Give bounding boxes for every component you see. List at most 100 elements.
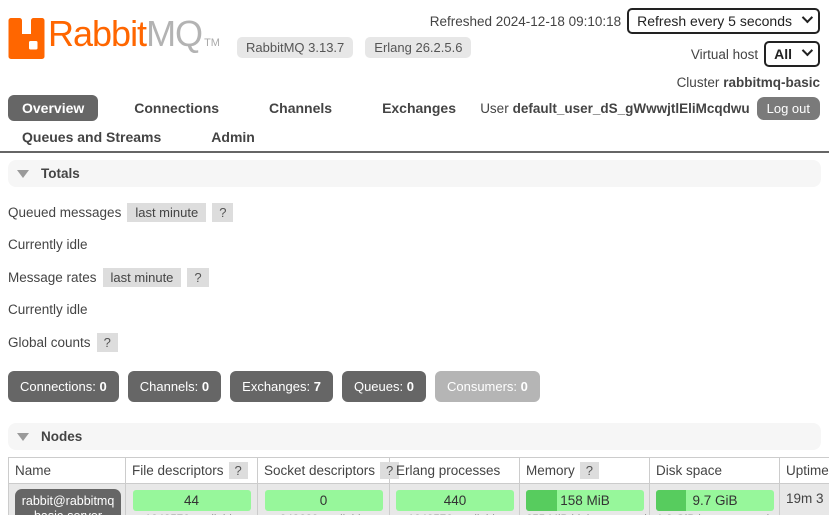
cluster-row: Cluster rabbitmq-basic [677, 74, 820, 90]
disk-space-bar: 9.7 GiB [656, 490, 774, 511]
file-descriptors-help-icon[interactable]: ? [229, 462, 248, 479]
tab-queues-and-streams[interactable]: Queues and Streams [8, 124, 175, 150]
rabbitmq-overview-page: RabbitMQTM RabbitMQ 3.13.7 Erlang 26.2.5… [0, 0, 829, 515]
col-uptime: Uptime [780, 458, 829, 484]
col-disk-space: Disk space [650, 458, 780, 484]
rates-status: Currently idle [8, 302, 821, 317]
logo-trademark: TM [204, 37, 220, 49]
node-name-badge[interactable]: rabbit@rabbitmq-basic-server-0.rabbitmq-… [15, 489, 121, 515]
virtual-host-select[interactable]: All [764, 41, 820, 67]
col-memory: Memory? [520, 458, 650, 484]
logo-text: RabbitMQTM [48, 14, 220, 63]
disk-space-value: 9.7 GiB [656, 490, 774, 511]
header: RabbitMQTM RabbitMQ 3.13.7 Erlang 26.2.5… [0, 0, 829, 153]
refresh-interval-value: Refresh every 5 seconds [637, 13, 792, 29]
memory-help-icon[interactable]: ? [580, 462, 599, 479]
node-row: rabbit@rabbitmq-basic-server-0.rabbitmq-… [9, 484, 829, 515]
refreshed-timestamp: Refreshed 2024-12-18 09:10:18 [430, 14, 621, 29]
main-content: Totals Queued messages last minute ? Cur… [0, 160, 829, 515]
nodes-table: Name File descriptors? Socket descriptor… [8, 457, 829, 515]
chevron-down-icon [802, 45, 813, 56]
queued-messages-label: Queued messages [8, 205, 121, 220]
global-counts-row: Global counts ? [8, 333, 821, 352]
counter-label: Exchanges: [242, 379, 310, 394]
totals-section-header[interactable]: Totals [8, 160, 821, 187]
socket-descriptors-value: 0 [265, 490, 383, 511]
rates-period-badge[interactable]: last minute [103, 268, 182, 287]
collapse-triangle-icon[interactable] [17, 433, 29, 441]
counter-value: 0 [202, 379, 209, 394]
uptime-cell: 19m 3 [780, 484, 829, 515]
nodes-section-header[interactable]: Nodes [8, 423, 821, 450]
socket-descriptors-cell: 0 943629 available [258, 484, 390, 515]
connections-counter-button[interactable]: Connections: 0 [8, 371, 119, 402]
virtual-host-row: Virtual host All [691, 41, 820, 67]
uptime-value: 19m 3 [786, 489, 829, 506]
memory-value: 158 MiB [526, 490, 644, 511]
rates-status-text: Currently idle [8, 302, 88, 317]
global-counts-help-icon[interactable]: ? [97, 333, 118, 352]
queued-help-icon[interactable]: ? [212, 203, 233, 222]
refresh-interval-select[interactable]: Refresh every 5 seconds [627, 8, 820, 34]
global-counts-label: Global counts [8, 335, 91, 350]
tab-exchanges[interactable]: Exchanges [368, 95, 470, 121]
tab-connections[interactable]: Connections [120, 95, 233, 121]
rabbitmq-logo-icon [8, 18, 45, 59]
counter-label: Queues: [354, 379, 403, 394]
col-erlang-processes: Erlang processes [390, 458, 520, 484]
counter-label: Channels: [140, 379, 199, 394]
tab-channels[interactable]: Channels [255, 95, 346, 121]
logo-rabbit-text: Rabbit [48, 13, 146, 54]
file-descriptors-cell: 44 1048576 available [126, 484, 258, 515]
nodes-table-header-row: Name File descriptors? Socket descriptor… [9, 458, 829, 484]
counter-label: Connections: [20, 379, 96, 394]
logout-button[interactable]: Log out [757, 97, 820, 120]
tab-admin[interactable]: Admin [197, 124, 269, 150]
message-rates-label: Message rates [8, 270, 97, 285]
channels-counter-button[interactable]: Channels: 0 [128, 371, 221, 402]
totals-title: Totals [41, 166, 80, 181]
node-name-cell: rabbit@rabbitmq-basic-server-0.rabbitmq-… [9, 484, 126, 515]
header-divider [0, 151, 829, 153]
virtual-host-value: All [774, 46, 792, 62]
socket-descriptors-bar: 0 [265, 490, 383, 511]
refresh-row: Refreshed 2024-12-18 09:10:18 Refresh ev… [430, 8, 820, 34]
memory-bar: 158 MiB [526, 490, 644, 511]
counter-value: 0 [521, 379, 528, 394]
consumers-counter-button: Consumers: 0 [435, 371, 540, 402]
queued-status-text: Currently idle [8, 237, 88, 252]
queued-period-badge[interactable]: last minute [127, 203, 206, 222]
nodes-title: Nodes [41, 429, 82, 444]
chevron-down-icon [802, 12, 813, 23]
col-file-descriptors: File descriptors? [126, 458, 258, 484]
file-descriptors-bar: 44 [133, 490, 251, 511]
file-descriptors-value: 44 [133, 490, 251, 511]
memory-cell: 158 MiB 655 MiB high watermark [520, 484, 650, 515]
col-socket-descriptors: Socket descriptors? [258, 458, 390, 484]
global-counters: Connections: 0 Channels: 0 Exchanges: 7 … [8, 371, 821, 402]
cluster-name: rabbitmq-basic [723, 75, 820, 90]
col-name: Name [9, 458, 126, 484]
message-rates-row: Message rates last minute ? [8, 268, 821, 287]
disk-space-cell: 9.7 GiB 1.9 GiB low watermark [650, 484, 780, 515]
queues-counter-button[interactable]: Queues: 0 [342, 371, 426, 402]
virtual-host-label: Virtual host [691, 47, 758, 62]
queued-status: Currently idle [8, 237, 821, 252]
exchanges-counter-button[interactable]: Exchanges: 7 [230, 371, 333, 402]
counter-value: 7 [314, 379, 321, 394]
erlang-processes-value: 440 [396, 490, 514, 511]
rabbitmq-logo[interactable]: RabbitMQTM [8, 14, 220, 63]
counter-value: 0 [407, 379, 414, 394]
erlang-processes-cell: 440 1048576 available [390, 484, 520, 515]
tab-overview[interactable]: Overview [8, 95, 98, 121]
nav-tabs: Overview Connections Channels Exchanges … [8, 95, 568, 150]
rabbitmq-version-badge: RabbitMQ 3.13.7 [237, 37, 353, 58]
logo-mq-text: MQ [146, 13, 202, 54]
queued-messages-row: Queued messages last minute ? [8, 203, 821, 222]
counter-label: Consumers: [447, 379, 517, 394]
collapse-triangle-icon[interactable] [17, 170, 29, 178]
erlang-processes-bar: 440 [396, 490, 514, 511]
counter-value: 0 [100, 379, 107, 394]
rates-help-icon[interactable]: ? [187, 268, 208, 287]
cluster-label: Cluster [677, 75, 720, 90]
